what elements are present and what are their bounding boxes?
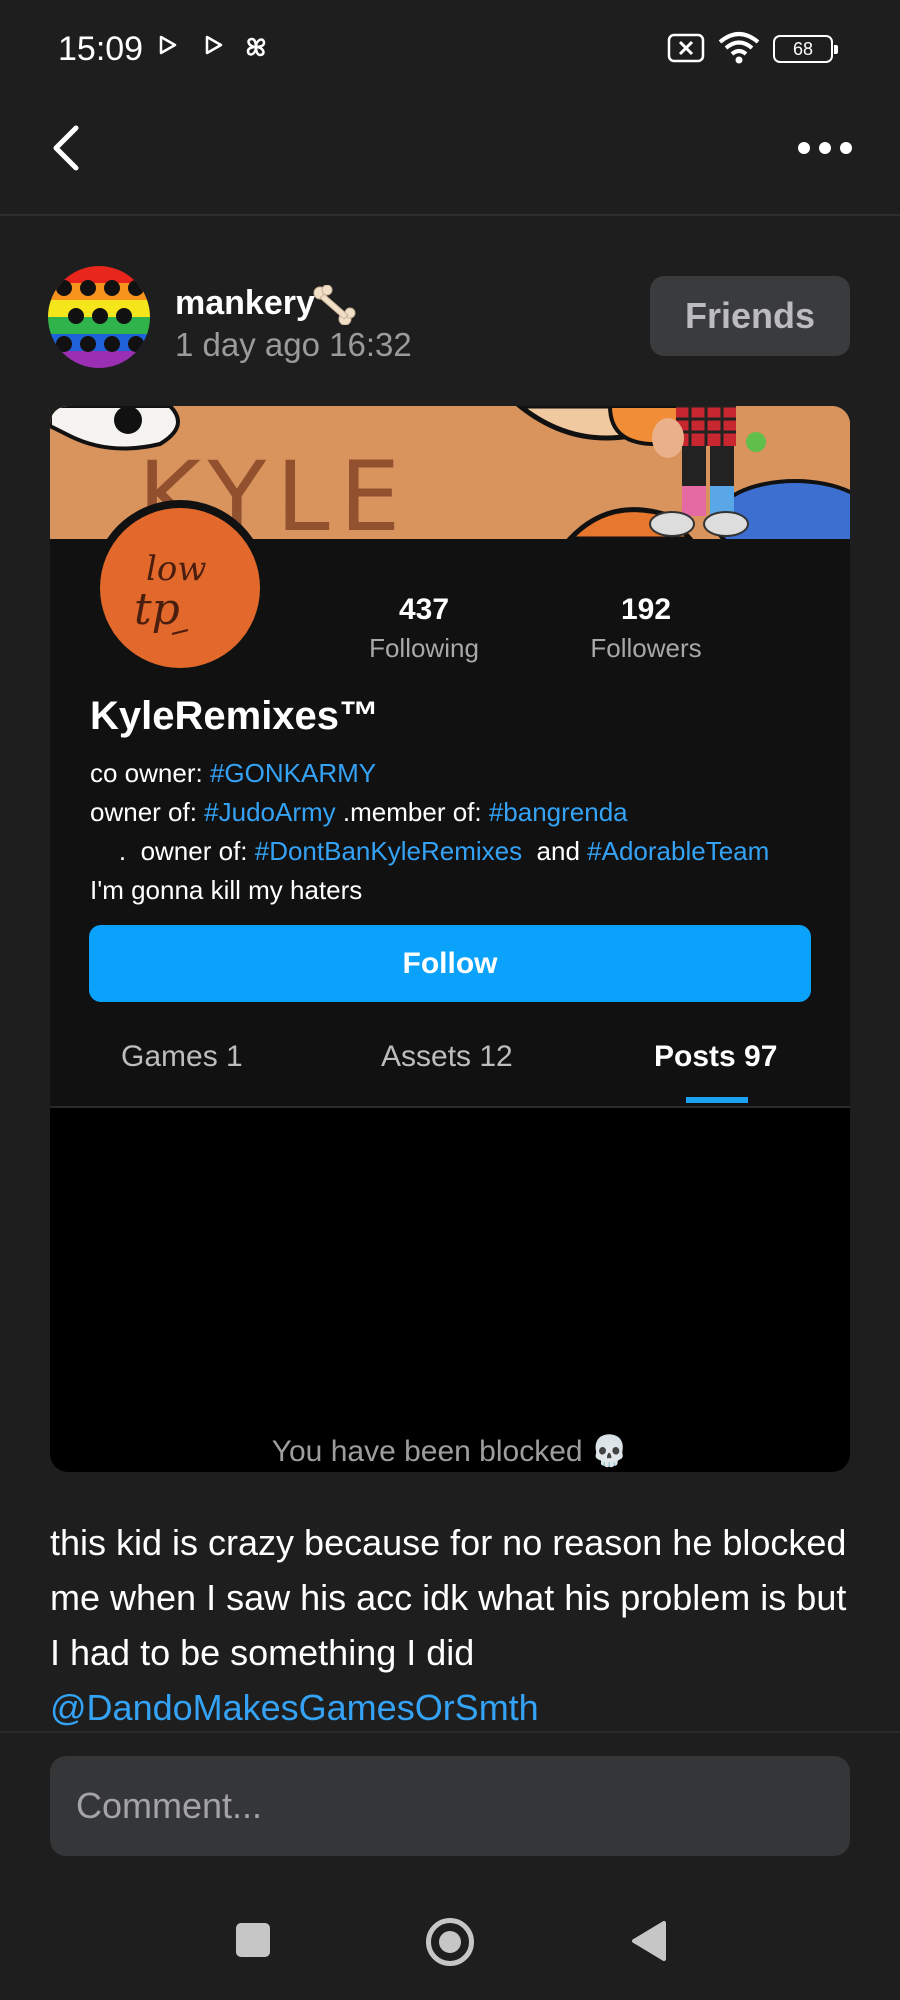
mention-link[interactable]: @DandoMakesGamesOrSmth [50,1687,539,1728]
comment-input[interactable]: Comment... [50,1756,850,1856]
followers-stat[interactable]: 192 Followers [556,593,736,664]
tab-games[interactable]: Games 1 [121,1040,243,1074]
pinwheel-icon [246,37,266,57]
bio-text: owner of: [90,797,205,827]
bio-text: I'm gonna kill my haters [90,875,363,905]
post-text: this kid is crazy because for no reason … [50,1522,847,1673]
followers-count: 192 [620,593,672,626]
bio-hashtag-link[interactable]: #AdorableTeam [587,836,769,866]
blocked-content-area: You have been blocked 💀 [50,1108,850,1472]
skull-icon: 💀 [590,1435,629,1468]
bio-hashtag-link[interactable]: #GONKARMY [210,758,376,788]
blocked-message: You have been blocked 💀 [50,1434,850,1469]
bio-text: .member of: [335,797,489,827]
no-sim-icon [667,33,705,63]
home-button[interactable] [426,1918,474,1966]
author-avatar[interactable] [48,266,150,368]
bio-text: . owner of: [90,836,255,866]
following-label: Following [369,633,479,663]
following-count: 437 [398,593,450,626]
active-tab-indicator [686,1097,748,1103]
tab-assets[interactable]: Assets 12 [381,1040,513,1074]
profile-name: KyleRemixes™ [90,694,380,738]
profile-bio: co owner: #GONKARMY owner of: #JudoArmy … [90,754,820,910]
tab-posts[interactable]: Posts 97 [654,1040,777,1074]
post-timestamp: 1 day ago 16:32 [175,326,412,363]
follow-button[interactable]: Follow [89,925,811,1002]
play-store-icon [159,35,177,55]
more-options-icon[interactable] [790,128,860,168]
status-bar: 15:09 68 [0,0,900,100]
status-time: 15:09 [58,30,144,68]
battery-indicator: 68 [773,35,838,63]
play-store-icon [205,35,223,55]
author-name[interactable]: mankery [175,284,315,323]
divider [0,1731,900,1733]
bio-text: and [522,836,588,866]
friends-button[interactable]: Friends [650,276,850,356]
followers-label: Followers [590,633,702,663]
following-stat[interactable]: 437 Following [334,593,514,664]
profile-avatar[interactable]: low tp [92,500,268,676]
recent-apps-button[interactable] [236,1923,270,1957]
avatar-scribble-text-1: low [146,549,206,589]
top-nav [0,100,900,216]
blocked-message-text: You have been blocked [271,1435,583,1468]
wifi-icon [718,32,760,64]
system-back-icon[interactable] [628,1919,668,1963]
avatar-scribble-text-2: tp [134,584,180,635]
bone-icon [313,285,356,325]
post-body: this kid is crazy because for no reason … [50,1515,850,1735]
bio-hashtag-link[interactable]: #bangrenda [489,797,628,827]
bio-text: co owner: [90,758,210,788]
back-arrow-icon[interactable] [40,120,96,176]
bio-hashtag-link[interactable]: #JudoArmy [204,797,336,827]
bio-hashtag-link[interactable]: #DontBanKyleRemixes [255,836,522,866]
